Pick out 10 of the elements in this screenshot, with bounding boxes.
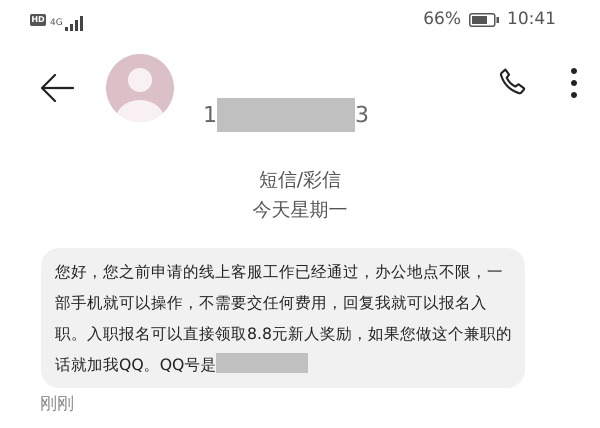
date-label: 今天星期一 <box>252 198 348 223</box>
network-label: 4G <box>50 17 63 30</box>
phone-number-start: 1 <box>203 102 217 130</box>
phone-number-end: 3 <box>355 102 369 130</box>
message-time: 刚刚 <box>40 393 75 416</box>
hd-badge: HD <box>30 14 46 26</box>
clock: 10:41 <box>507 8 556 32</box>
battery-percent: 66% <box>423 8 461 32</box>
channel-label: 短信/彩信 <box>258 168 342 193</box>
message-text: 您好，您之前申请的线上客服工作已经通过，办公地点不限，一部手机就可以操作，不需要交任何费用，回复我就可以报名入职。入职报名可以直接领取8.8元新人奖励，如果您做这个兼职的话就加我QQ。QQ号是 <box>55 256 513 380</box>
